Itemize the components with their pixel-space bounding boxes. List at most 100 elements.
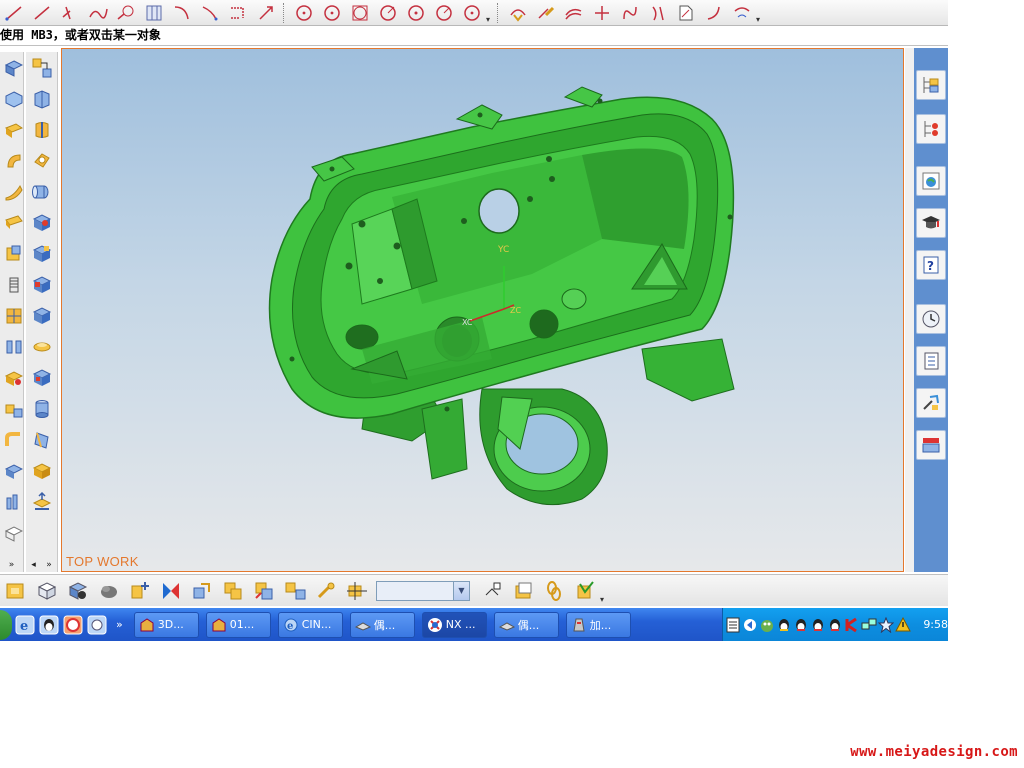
select-cloud-icon[interactable] (93, 577, 124, 605)
trim-icon[interactable] (504, 1, 532, 25)
expand-icon[interactable]: » (46, 560, 52, 570)
taskbar-item[interactable]: 偶... (349, 611, 415, 638)
cylinder-icon[interactable] (26, 393, 57, 424)
circle-target-icon[interactable] (346, 1, 374, 25)
grid-icon[interactable] (0, 300, 23, 331)
columns-icon[interactable] (0, 486, 23, 517)
toolbar-overflow-icon[interactable]: ▾ (486, 15, 494, 26)
ghost-icon[interactable] (759, 616, 776, 634)
circle-point-icon[interactable] (402, 1, 430, 25)
warning-icon[interactable] (894, 616, 911, 634)
wave-icon[interactable] (310, 577, 341, 605)
start-button[interactable] (0, 609, 12, 640)
taskbar-item-active[interactable]: NX ... (421, 611, 487, 638)
add-component-icon[interactable] (124, 577, 155, 605)
arc-icon[interactable] (28, 1, 56, 25)
thicken-icon[interactable] (26, 331, 57, 362)
system-materials-icon[interactable] (916, 346, 946, 376)
block-icon[interactable] (0, 114, 23, 145)
direction-icon[interactable] (252, 1, 280, 25)
circle-fillet-icon[interactable] (112, 1, 140, 25)
feature-icon[interactable] (26, 207, 57, 238)
bend-icon[interactable] (0, 145, 23, 176)
offset-curve-icon[interactable] (560, 1, 588, 25)
ie-icon[interactable]: e (14, 614, 36, 636)
selection-filter-dropdown[interactable]: ▼ (376, 580, 470, 601)
extend-icon[interactable] (532, 1, 560, 25)
pipe-icon[interactable] (0, 424, 23, 455)
toolbar-expand-control[interactable]: » (0, 558, 23, 572)
curve-icon[interactable] (196, 1, 224, 25)
taper-icon[interactable] (26, 424, 57, 455)
thread-icon[interactable] (0, 269, 23, 300)
hole-icon[interactable] (26, 145, 57, 176)
qq-icon[interactable] (793, 616, 810, 634)
line-icon[interactable] (0, 1, 28, 25)
quick-launch-more-icon[interactable]: » (116, 618, 123, 631)
chevron-down-icon[interactable]: ▼ (453, 581, 469, 600)
move-icon[interactable] (186, 577, 217, 605)
tray-notes-icon[interactable] (725, 616, 742, 634)
face-offset-icon[interactable] (26, 362, 57, 393)
extrude-icon[interactable] (26, 83, 57, 114)
kaspersky-icon[interactable] (844, 616, 861, 634)
qq-icon[interactable] (776, 616, 793, 634)
arrow-icon[interactable] (742, 616, 759, 634)
graphics-window[interactable]: YC XC ZC TOP WORK (61, 48, 904, 572)
part-model[interactable]: YC XC ZC (62, 49, 903, 571)
spline-icon[interactable] (84, 1, 112, 25)
document-icon[interactable] (672, 1, 700, 25)
network-icon[interactable] (861, 616, 878, 634)
assembly-navigator-icon[interactable] (916, 70, 946, 100)
toolbar-expand-control[interactable]: ◂» (26, 558, 57, 572)
clock[interactable]: 9:58 (923, 618, 948, 631)
help-icon[interactable]: ? (916, 250, 946, 280)
cube-icon[interactable] (0, 52, 23, 83)
blend-icon[interactable] (26, 238, 57, 269)
design-check-icon[interactable] (569, 577, 600, 605)
taskbar-item[interactable]: 偶... (493, 611, 559, 638)
tube-icon[interactable] (26, 176, 57, 207)
process-studio-icon[interactable] (916, 388, 946, 418)
chamfer-icon[interactable] (26, 269, 57, 300)
constraint-icon[interactable] (155, 577, 186, 605)
bridge-icon[interactable] (616, 1, 644, 25)
qq-icon[interactable] (38, 614, 60, 636)
part-navigator-icon[interactable] (916, 114, 946, 144)
media-icon[interactable] (62, 614, 84, 636)
divide-icon[interactable] (644, 1, 672, 25)
extract-icon[interactable] (26, 52, 57, 83)
desktop-icon[interactable] (86, 614, 108, 636)
corner-icon[interactable] (588, 1, 616, 25)
layer-icon[interactable] (507, 577, 538, 605)
fillet-curve-icon[interactable] (700, 1, 728, 25)
body-icon[interactable] (26, 455, 57, 486)
collapse-icon[interactable]: ◂ (31, 560, 36, 570)
smooth-curve-icon[interactable] (728, 1, 756, 25)
snap-icon[interactable] (341, 577, 372, 605)
toolbar-overflow-icon[interactable]: ▾ (600, 595, 608, 606)
array-icon[interactable] (140, 1, 168, 25)
qq-icon[interactable] (810, 616, 827, 634)
toolbar-overflow-icon[interactable]: ▾ (756, 15, 764, 26)
draft-icon[interactable] (26, 300, 57, 331)
history-icon[interactable] (916, 304, 946, 334)
web-browser-icon[interactable] (916, 166, 946, 196)
split-icon[interactable] (0, 331, 23, 362)
revolve-icon[interactable] (26, 114, 57, 145)
point-icon[interactable] (224, 1, 252, 25)
expand-icon[interactable]: » (9, 560, 15, 570)
explode-icon[interactable] (279, 577, 310, 605)
taskbar-item[interactable]: 加... (565, 611, 631, 638)
polyline-icon[interactable] (56, 1, 84, 25)
select-icon[interactable] (0, 577, 31, 605)
box-icon[interactable] (0, 362, 23, 393)
qq-icon[interactable] (827, 616, 844, 634)
mesh-icon[interactable] (0, 517, 23, 548)
face-icon[interactable] (0, 207, 23, 238)
link-icon[interactable] (538, 577, 569, 605)
shell-icon[interactable] (0, 176, 23, 207)
pattern-icon[interactable] (0, 238, 23, 269)
mate-icon[interactable] (248, 577, 279, 605)
circle-icon[interactable] (430, 1, 458, 25)
